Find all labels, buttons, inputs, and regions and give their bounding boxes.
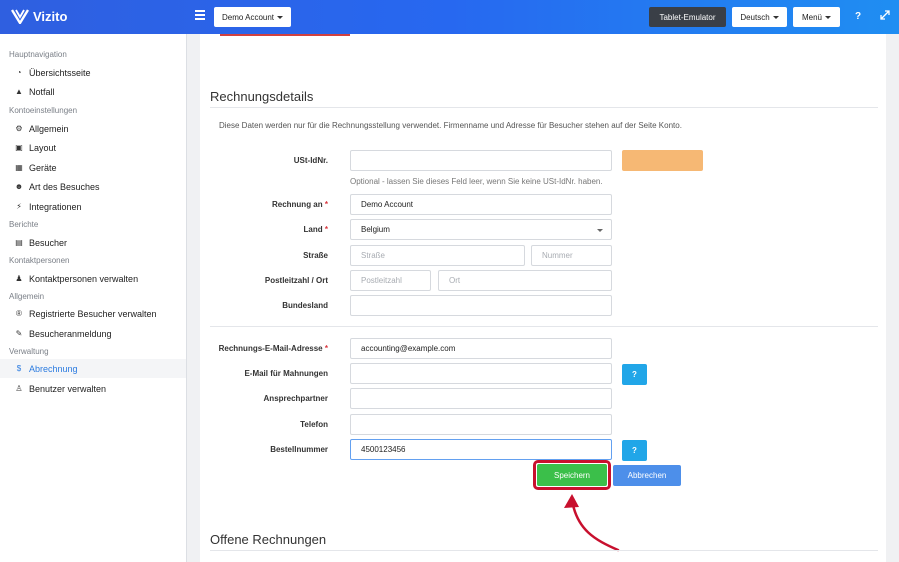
sidebar-item-label: Besucher — [29, 237, 68, 248]
sidebar-item-label: Layout — [29, 142, 57, 153]
order-number-input[interactable]: 4500123456 — [350, 439, 612, 460]
chevron-down-icon — [277, 15, 284, 19]
street-label: Straße — [303, 251, 328, 260]
chevron-down-icon — [825, 15, 831, 19]
fullscreen-icon[interactable] — [880, 10, 890, 23]
help-icon[interactable]: ? — [855, 11, 861, 22]
hamburger-menu-icon[interactable] — [195, 10, 205, 22]
state-input[interactable] — [350, 295, 612, 316]
sidebar-item-label: Art des Besuches — [29, 181, 100, 192]
cancel-button[interactable]: Abbrechen — [613, 465, 681, 486]
street-input[interactable]: Straße — [350, 245, 525, 266]
house-number-input[interactable]: Nummer — [531, 245, 612, 266]
previous-section-bar — [220, 34, 350, 36]
vat-input[interactable] — [350, 150, 612, 171]
billing-description: Diese Daten werden nur für die Rechnungs… — [219, 121, 682, 130]
dashboard-icon: ◔ — [16, 68, 22, 77]
sidebar-heading: Allgemein — [9, 292, 45, 301]
sidebar-item-visitors[interactable]: ▤ Besucher — [0, 233, 186, 252]
sidebar-heading: Kontaktpersonen — [9, 256, 70, 265]
form-divider — [210, 326, 878, 327]
brand-logo[interactable]: Vizito — [11, 8, 67, 24]
reminder-email-input[interactable] — [350, 363, 612, 384]
sidebar-item-label: Übersichtsseite — [29, 67, 91, 78]
vizito-logo-icon — [11, 9, 29, 24]
sidebar-heading: Verwaltung — [9, 347, 49, 356]
sidebar-item-overview[interactable]: ◔ Übersichtsseite — [0, 63, 186, 82]
zip-city-label: Postleitzahl / Ort — [264, 276, 328, 285]
user-plus-icon: ♙ — [15, 384, 23, 393]
registered-icon: ® — [16, 309, 22, 318]
menu-dropdown[interactable]: Menü — [793, 7, 840, 27]
country-select-value: Belgium — [361, 225, 390, 234]
sidebar: Hauptnavigation ◔ Übersichtsseite ▲ Notfal… — [0, 34, 187, 562]
sidebar-heading: Berichte — [9, 220, 39, 229]
vat-label: USt-IdNr. — [293, 156, 328, 165]
phone-label: Telefon — [300, 420, 328, 429]
sidebar-item-visit-type[interactable]: ☻ Art des Besuches — [0, 177, 186, 196]
top-bar: Vizito Demo Account Tablet-Emulator Deut… — [0, 0, 899, 34]
sidebar-item-label: Notfall — [29, 86, 55, 97]
pencil-icon: ✎ — [15, 329, 23, 338]
menu-dropdown-label: Menü — [801, 12, 822, 22]
bill-to-input[interactable]: Demo Account — [350, 194, 612, 215]
sidebar-item-label: Registrierte Besucher verwalten — [29, 308, 157, 319]
sidebar-item-label: Kontaktpersonen verwalten — [29, 273, 139, 284]
sidebar-item-general[interactable]: ⚙ Allgemein — [0, 119, 186, 138]
sidebar-item-label: Geräte — [29, 162, 57, 173]
warning-icon: ▲ — [15, 87, 23, 96]
state-label: Bundesland — [282, 301, 328, 310]
city-input[interactable]: Ort — [438, 270, 612, 291]
reminder-email-label: E-Mail für Mahnungen — [244, 369, 328, 378]
sidebar-item-label: Besucheranmeldung — [29, 328, 112, 339]
sidebar-item-label: Benutzer verwalten — [29, 383, 107, 394]
phone-input[interactable] — [350, 414, 612, 435]
open-invoices-divider — [210, 550, 878, 551]
account-dropdown-label: Demo Account — [221, 12, 275, 22]
contact-person-input[interactable] — [350, 388, 612, 409]
sidebar-heading: Hauptnavigation — [9, 50, 67, 59]
tablet-emulator-button[interactable]: Tablet-Emulator — [649, 7, 726, 27]
country-select[interactable]: Belgium — [350, 219, 612, 240]
annotation-arrow-icon — [564, 494, 620, 552]
sidebar-item-layout[interactable]: ▣ Layout — [0, 138, 186, 157]
contact-person-label: Ansprechpartner — [263, 394, 328, 403]
plug-icon: ⚡ — [16, 202, 22, 211]
image-icon: ▣ — [15, 143, 23, 152]
billing-email-label: Rechnungs-E-Mail-Adresse * — [218, 344, 328, 353]
sidebar-heading: Kontoeinstellungen — [9, 106, 78, 115]
billing-email-input[interactable]: accounting@example.com — [350, 338, 612, 359]
save-button[interactable]: Speichern — [537, 464, 607, 486]
vat-validate-button[interactable] — [622, 150, 703, 171]
brand-name: Vizito — [33, 8, 68, 24]
order-number-label: Bestellnummer — [270, 445, 328, 454]
sidebar-item-emergency[interactable]: ▲ Notfall — [0, 82, 186, 101]
section-divider — [210, 107, 878, 108]
tablet-emulator-label: Tablet-Emulator — [659, 12, 716, 22]
chevron-down-icon — [597, 229, 603, 232]
sidebar-item-label: Integrationen — [29, 201, 82, 212]
section-title: Rechnungsdetails — [210, 89, 314, 104]
vat-hint: Optional - lassen Sie dieses Feld leer, … — [350, 177, 603, 186]
person-icon: ♟ — [15, 274, 23, 283]
language-dropdown[interactable]: Deutsch — [732, 7, 787, 27]
dollar-icon: $ — [16, 364, 22, 373]
devices-icon: ▦ — [15, 163, 23, 172]
gear-icon: ⚙ — [15, 124, 23, 133]
order-number-help-button[interactable]: ? — [622, 440, 647, 461]
zip-input[interactable]: Postleitzahl — [350, 270, 431, 291]
open-invoices-title: Offene Rechnungen — [210, 532, 327, 547]
language-dropdown-label: Deutsch — [740, 12, 770, 22]
country-label: Land * — [303, 225, 328, 234]
chevron-down-icon — [772, 15, 779, 19]
reminder-email-help-button[interactable]: ? — [622, 364, 647, 385]
users-icon: ☻ — [14, 182, 24, 191]
account-dropdown[interactable]: Demo Account — [214, 7, 291, 27]
sidebar-item-visitor-signin[interactable]: ✎ Besucheranmeldung — [0, 324, 186, 343]
bill-to-label: Rechnung an * — [271, 200, 328, 209]
sidebar-item-label: Allgemein — [29, 123, 69, 134]
sidebar-item-label: Abrechnung — [29, 363, 78, 374]
book-icon: ▤ — [15, 238, 23, 247]
